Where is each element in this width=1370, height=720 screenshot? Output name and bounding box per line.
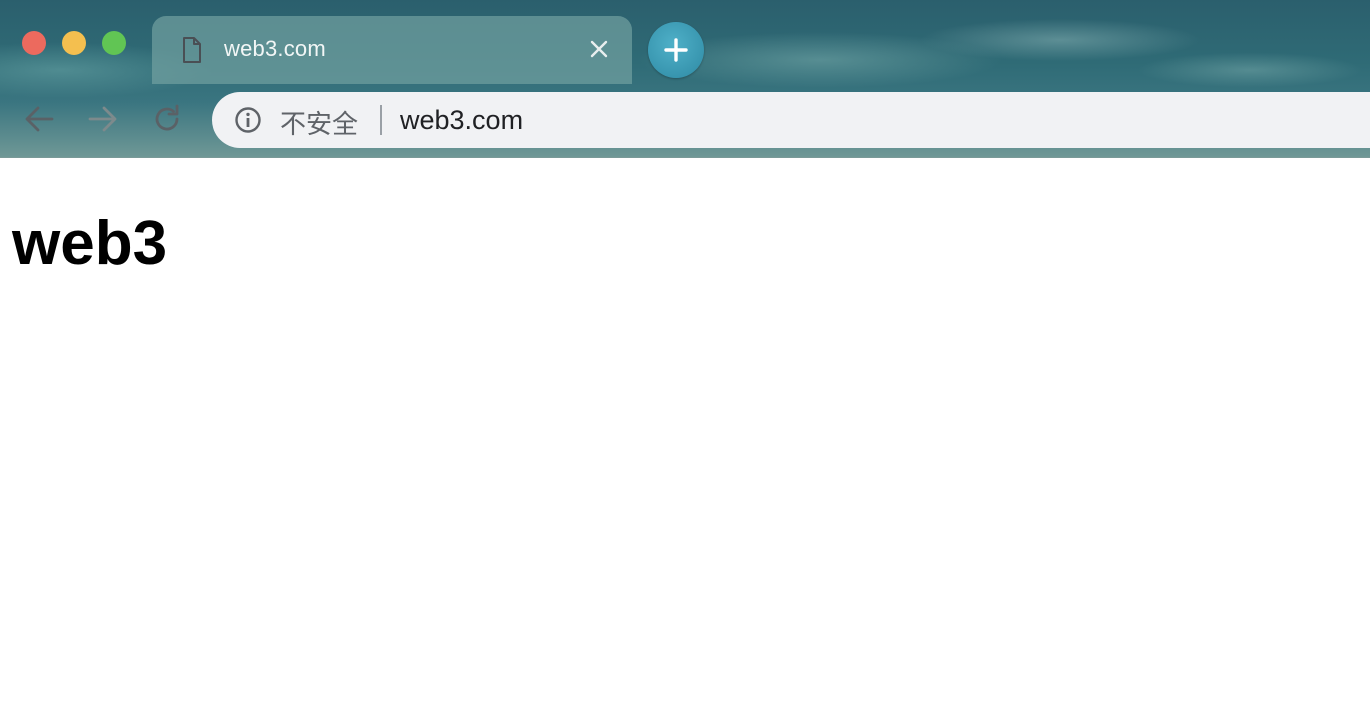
arrow-right-icon [88, 106, 117, 132]
forward-button[interactable] [86, 102, 120, 136]
reload-button[interactable] [150, 102, 184, 136]
address-bar[interactable]: 不安全 web3.com [212, 92, 1370, 148]
tab-title: web3.com [224, 36, 326, 61]
plus-icon [664, 38, 688, 62]
window-close-button[interactable] [22, 31, 46, 55]
browser-window: web3.com 不安全 web3.com web3 [0, 0, 1370, 720]
tab-close-icon[interactable] [588, 38, 610, 60]
window-maximize-button[interactable] [102, 31, 126, 55]
browser-tab[interactable]: web3.com [152, 16, 632, 84]
url-text[interactable]: web3.com [400, 105, 523, 136]
reload-icon [155, 104, 179, 131]
omnibox-divider [380, 105, 382, 135]
new-tab-button[interactable] [648, 22, 704, 78]
arrow-left-icon [25, 106, 54, 132]
info-icon[interactable] [234, 106, 262, 134]
back-button[interactable] [22, 102, 56, 136]
security-status-label[interactable]: 不安全 [280, 104, 358, 141]
browser-chrome: web3.com 不安全 web3.com [0, 0, 1370, 158]
window-minimize-button[interactable] [62, 31, 86, 55]
document-icon [180, 36, 204, 64]
page-content: web3 [0, 158, 1370, 720]
page-heading: web3 [12, 209, 168, 278]
